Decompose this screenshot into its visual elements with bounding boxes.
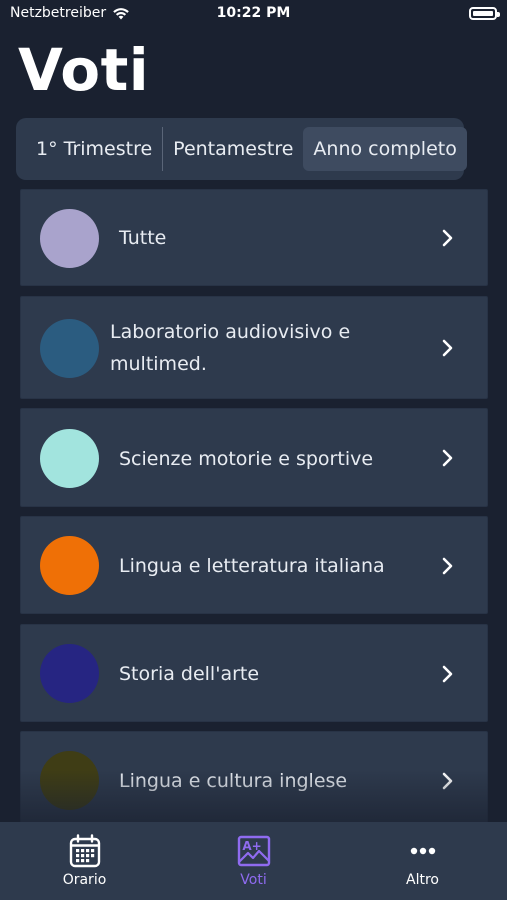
chevron-right-icon [442, 665, 453, 683]
grade-icon: A+ [237, 835, 270, 867]
subject-color-dot [40, 644, 99, 703]
subject-row-italiano[interactable]: Lingua e letteratura italiana [20, 516, 488, 614]
subject-row-scienze-motorie[interactable]: Scienze motorie e sportive [20, 408, 488, 507]
subject-color-dot [40, 536, 99, 595]
subject-row-tutte[interactable]: Tutte [20, 189, 488, 286]
subject-color-dot [40, 319, 99, 378]
segment-full-year[interactable]: Anno completo [303, 127, 467, 171]
wifi-icon [113, 8, 129, 20]
segment-first-trimester[interactable]: 1° Trimestre [26, 127, 164, 171]
subject-color-dot [40, 429, 99, 488]
chevron-right-icon [442, 339, 453, 357]
segment-pentamestre[interactable]: Pentamestre [163, 127, 303, 171]
tab-label: Altro [406, 872, 439, 888]
subject-label: Tutte [119, 227, 167, 249]
subject-label: Lingua e letteratura italiana [119, 555, 385, 577]
chevron-right-icon [442, 229, 453, 247]
period-segmented-control: 1° Trimestre Pentamestre Anno completo [16, 118, 467, 180]
subject-label: Storia dell'arte [119, 663, 260, 685]
status-bar: Netzbetreiber 10:22 PM [0, 0, 507, 26]
subject-color-dot [40, 751, 99, 810]
tab-altro[interactable]: Altro [338, 822, 507, 900]
subject-label: Lingua e cultura inglese [119, 770, 348, 792]
page-title: Voti [18, 36, 150, 104]
subject-row-storia-arte[interactable]: Storia dell'arte [20, 624, 488, 722]
tab-voti[interactable]: A+ Voti [169, 822, 338, 900]
carrier-label: Netzbetreiber [10, 5, 107, 21]
chevron-right-icon [442, 449, 453, 467]
subject-color-dot [40, 209, 99, 268]
more-icon [410, 847, 435, 855]
tab-label: Voti [240, 872, 267, 888]
subject-row-inglese[interactable]: Lingua e cultura inglese [20, 731, 488, 822]
status-time: 10:22 PM [216, 5, 291, 21]
svg-text:A+: A+ [242, 839, 261, 853]
subject-label: Scienze motorie e sportive [119, 448, 374, 470]
tab-label: Orario [62, 872, 107, 888]
chevron-right-icon [442, 557, 453, 575]
tab-orario[interactable]: Orario [0, 822, 169, 900]
calendar-icon [69, 834, 100, 868]
subject-label-line2: multimed. [110, 353, 207, 375]
battery-icon [469, 6, 500, 20]
status-left: Netzbetreiber [10, 5, 130, 21]
tab-bar: Orario A+ Voti Altro [0, 822, 507, 900]
subject-row-laboratorio[interactable]: Laboratorio audiovisivo e multimed. [20, 296, 488, 399]
subject-label: Laboratorio audiovisivo e [110, 321, 351, 343]
subject-list: Tutte Laboratorio audiovisivo e multimed… [20, 189, 488, 822]
chevron-right-icon [442, 772, 453, 790]
